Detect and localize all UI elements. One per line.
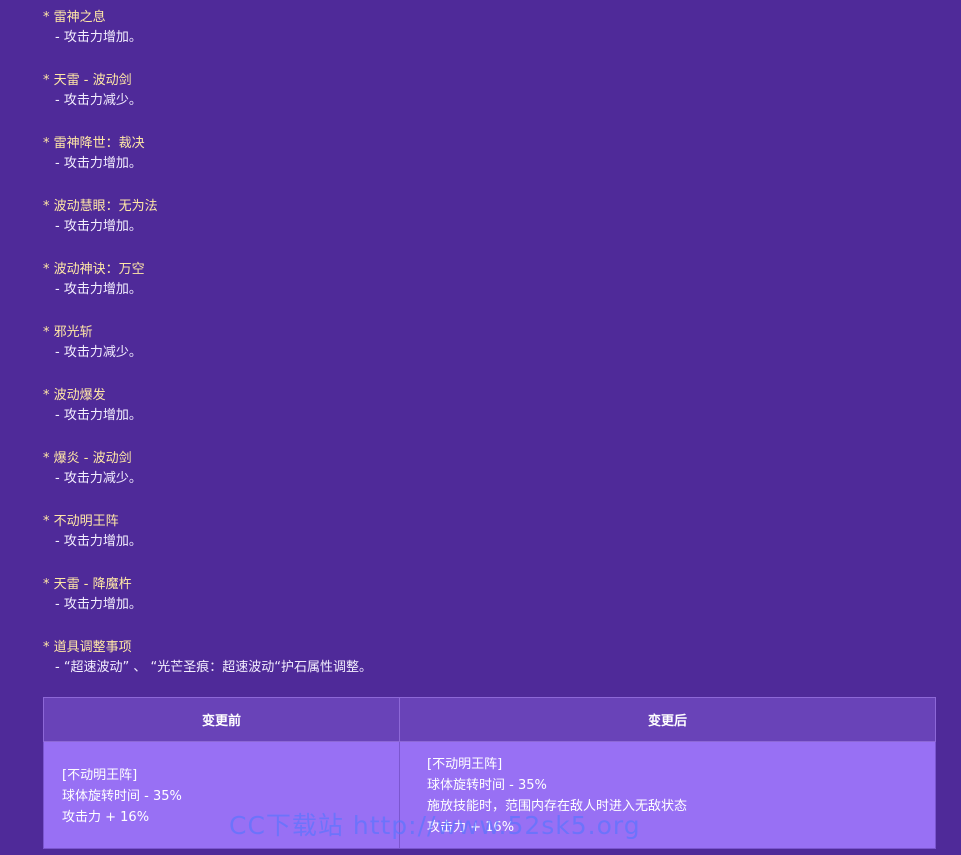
- patch-entry: * 邪光斩 - 攻击力减少。: [43, 323, 935, 386]
- after-line: 球体旋转时间 - 35%: [427, 778, 547, 793]
- patch-entry: * 爆炎 - 波动剑 - 攻击力减少。: [43, 449, 935, 512]
- entry-note: - 攻击力减少。: [55, 471, 142, 486]
- entry-note: - “超速波动” 、 “光芒圣痕：超速波动“护石属性调整。: [55, 660, 373, 675]
- entry-note: - 攻击力增加。: [55, 30, 142, 45]
- before-cell: [不动明王阵] 球体旋转时间 - 35% 攻击力 + 16%: [43, 741, 400, 849]
- entry-title: * 邪光斩: [43, 325, 93, 340]
- change-comparison-table: 变更前 变更后 [不动明王阵] 球体旋转时间 - 35% 攻击力 + 16% […: [43, 697, 936, 849]
- entry-note: - 攻击力减少。: [55, 345, 142, 360]
- before-header: 变更前: [43, 697, 400, 742]
- table-header-row: 变更前 变更后: [43, 697, 936, 742]
- entry-title: * 雷神降世：裁决: [43, 136, 145, 151]
- entry-note: - 攻击力增加。: [55, 408, 142, 423]
- entry-title: * 天雷 - 降魔杵: [43, 577, 132, 592]
- before-line: [不动明王阵]: [62, 768, 138, 783]
- after-line: 攻击力 + 16%: [427, 820, 515, 835]
- after-line: 施放技能时，范围内存在敌人时进入无敌状态: [427, 799, 688, 814]
- patch-entry: * 不动明王阵 - 攻击力增加。: [43, 512, 935, 575]
- entry-note: - 攻击力增加。: [55, 597, 142, 612]
- before-line: 攻击力 + 16%: [62, 810, 150, 825]
- patch-entry: * 波动爆发 - 攻击力增加。: [43, 386, 935, 449]
- entry-title: * 爆炎 - 波动剑: [43, 451, 132, 466]
- entry-title: * 波动慧眼：无为法: [43, 199, 158, 214]
- entry-title: * 道具调整事项: [43, 640, 132, 655]
- patch-entry: * 道具调整事项 - “超速波动” 、 “光芒圣痕：超速波动“护石属性调整。: [43, 638, 935, 690]
- entry-title: * 不动明王阵: [43, 514, 119, 529]
- entry-note: - 攻击力增加。: [55, 282, 142, 297]
- entry-note: - 攻击力增加。: [55, 534, 142, 549]
- entry-title: * 天雷 - 波动剑: [43, 73, 132, 88]
- entry-note: - 攻击力增加。: [55, 156, 142, 171]
- patch-entry: * 波动慧眼：无为法 - 攻击力增加。: [43, 197, 935, 260]
- table-row: [不动明王阵] 球体旋转时间 - 35% 攻击力 + 16% [不动明王阵] 球…: [43, 741, 936, 849]
- entry-title: * 雷神之息: [43, 10, 106, 25]
- after-header: 变更后: [399, 697, 936, 742]
- patch-entry: * 天雷 - 降魔杵 - 攻击力增加。: [43, 575, 935, 638]
- after-cell: [不动明王阵] 球体旋转时间 - 35% 施放技能时，范围内存在敌人时进入无敌状…: [399, 741, 936, 849]
- patch-entry: * 雷神降世：裁决 - 攻击力增加。: [43, 134, 935, 197]
- entry-note: - 攻击力增加。: [55, 219, 142, 234]
- entry-title: * 波动神诀：万空: [43, 262, 145, 277]
- before-line: 球体旋转时间 - 35%: [62, 789, 182, 804]
- patch-entry: * 天雷 - 波动剑 - 攻击力减少。: [43, 71, 935, 134]
- patch-entry: * 波动神诀：万空 - 攻击力增加。: [43, 260, 935, 323]
- after-line: [不动明王阵]: [427, 757, 503, 772]
- entry-title: * 波动爆发: [43, 388, 106, 403]
- entry-note: - 攻击力减少。: [55, 93, 142, 108]
- patch-entry: * 雷神之息 - 攻击力增加。: [43, 8, 935, 71]
- patch-notes-list: * 雷神之息 - 攻击力增加。 * 天雷 - 波动剑 - 攻击力减少。 * 雷神…: [43, 8, 935, 690]
